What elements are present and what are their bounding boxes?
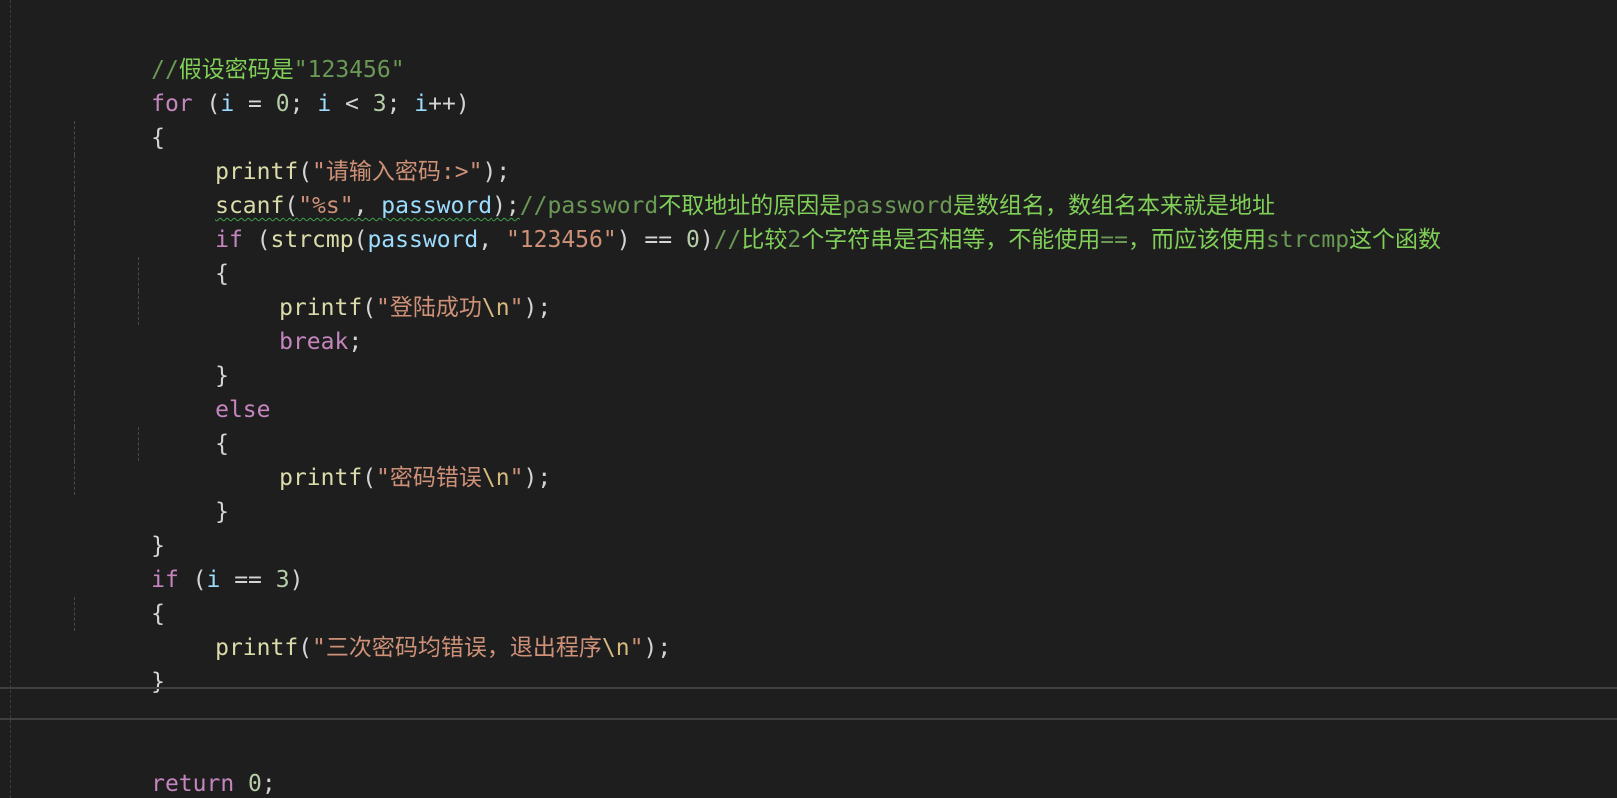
current-line-highlight[interactable] [0, 687, 1617, 720]
indent-guide [74, 189, 75, 223]
code-line-11[interactable]: else [0, 359, 1617, 423]
code-line-5[interactable]: scanf("%s", password);//password不取地址的原因是… [0, 155, 1617, 219]
punctuation-token [234, 771, 248, 797]
indent-guide [138, 257, 139, 291]
number-token: 0 [248, 771, 262, 797]
indent-guide [138, 291, 139, 325]
code-line-7[interactable]: { [0, 223, 1617, 287]
code-line-15[interactable]: } [0, 495, 1617, 559]
indent-guide [74, 461, 75, 495]
indent-guide [74, 121, 75, 155]
code-line-17[interactable]: { [0, 563, 1617, 627]
indent-guide [74, 223, 75, 257]
code-line-14[interactable]: } [0, 461, 1617, 525]
code-line-19[interactable]: } [0, 631, 1617, 695]
code-line-22[interactable]: return 0; [0, 733, 1617, 797]
indent-guide [74, 291, 75, 325]
indent-guide [74, 393, 75, 427]
indent-guide [74, 359, 75, 393]
code-line-8[interactable]: printf("登陆成功\n"); [0, 257, 1617, 321]
code-line-2[interactable]: for (i = 0; i < 3; i++) [0, 53, 1617, 117]
indent-guide [74, 325, 75, 359]
indent-guide [74, 257, 75, 291]
code-line-10[interactable]: } [0, 325, 1617, 389]
indent-guide [74, 427, 75, 461]
code-line-18[interactable]: printf("三次密码均错误，退出程序\n"); [0, 597, 1617, 661]
indent-guide [74, 155, 75, 189]
keyword-token: return [151, 771, 235, 797]
code-line-12[interactable]: { [0, 393, 1617, 457]
punctuation-token: ; [261, 771, 276, 797]
code-editor[interactable]: //假设密码是"123456" for (i = 0; i < 3; i++) … [0, 0, 1617, 798]
code-line-9[interactable]: break; [0, 291, 1617, 355]
indent-guide [138, 427, 139, 461]
code-line-4[interactable]: printf("请输入密码:>"); [0, 121, 1617, 185]
code-line-6[interactable]: if (strcmp(password, "123456") == 0)//比较… [0, 189, 1617, 253]
indent-guide [74, 597, 75, 631]
code-line-3[interactable]: { [0, 87, 1617, 151]
code-line-1[interactable]: //假设密码是"123456" [0, 19, 1617, 83]
code-line-16[interactable]: if (i == 3) [0, 529, 1617, 593]
code-line-13[interactable]: printf("密码错误\n"); [0, 427, 1617, 491]
